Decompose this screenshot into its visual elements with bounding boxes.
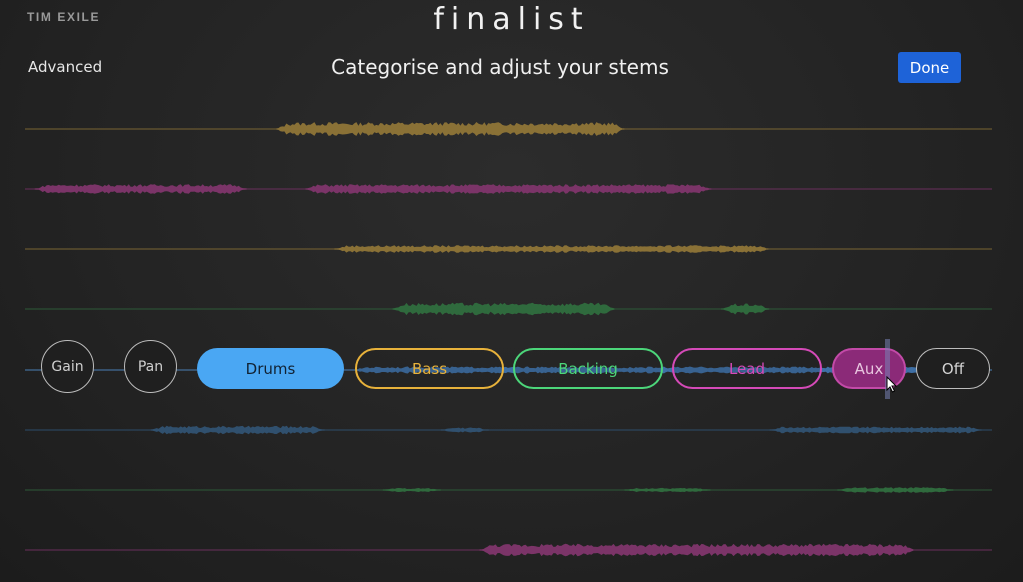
- gain-knob[interactable]: Gain: [41, 340, 94, 393]
- track-waveform: [276, 122, 625, 136]
- track-waveform: [392, 302, 615, 316]
- category-drums-button[interactable]: Drums: [197, 348, 344, 389]
- stem-tracks: [25, 122, 992, 557]
- track-waveform: [382, 488, 441, 492]
- track-waveform: [150, 425, 325, 435]
- track-waveform: [334, 245, 769, 253]
- track-waveform: [479, 543, 914, 557]
- track-waveform: [769, 426, 982, 434]
- category-bass-button[interactable]: Bass: [355, 348, 504, 389]
- track-waveform: [305, 184, 712, 194]
- track-waveform: [837, 487, 954, 493]
- pan-knob[interactable]: Pan: [124, 340, 177, 393]
- stem-controls-row: Gain Pan Drums Bass Backing Lead Aux Off: [0, 340, 1023, 398]
- category-off-button[interactable]: Off: [916, 348, 990, 389]
- track-waveform: [721, 303, 770, 315]
- category-lead-button[interactable]: Lead: [672, 348, 822, 389]
- track-waveform: [34, 184, 247, 194]
- track-waveform: [624, 487, 711, 493]
- category-backing-button[interactable]: Backing: [513, 348, 663, 389]
- track-waveform: [440, 427, 489, 433]
- mouse-pointer-icon: [886, 376, 898, 393]
